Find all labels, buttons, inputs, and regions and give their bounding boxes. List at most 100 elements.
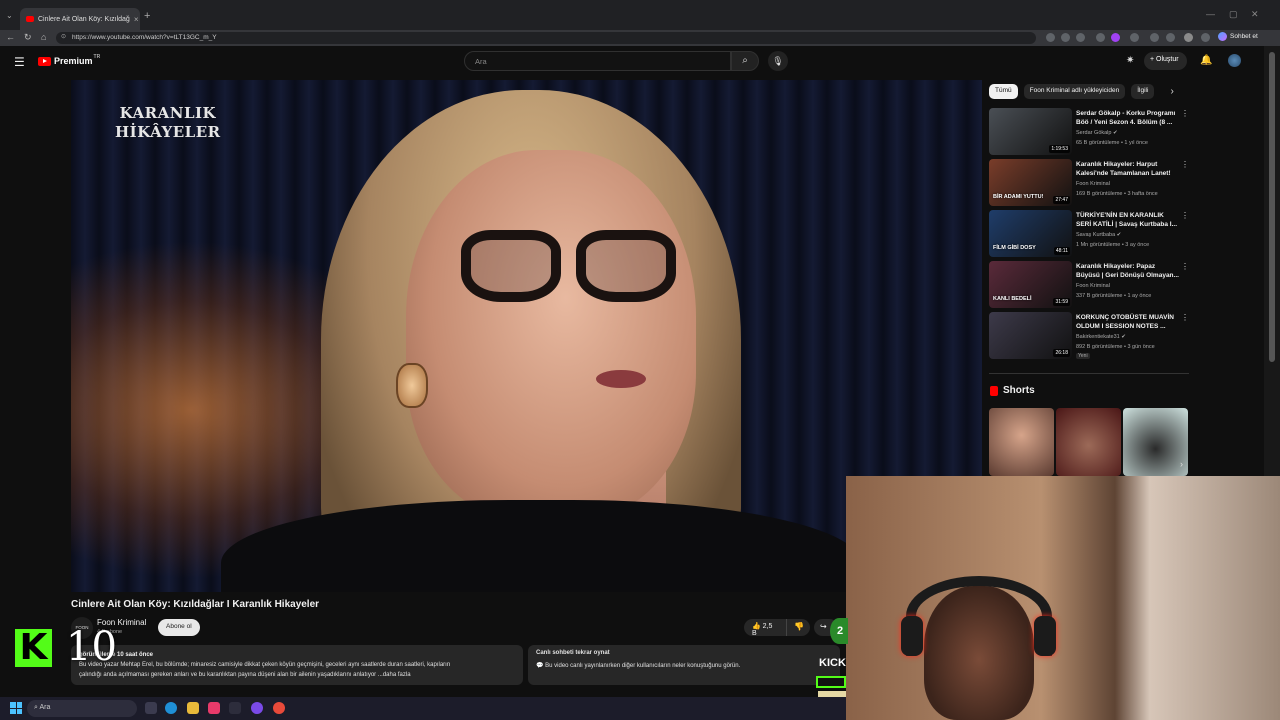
search-input[interactable]: Ara [464, 51, 731, 71]
short-thumbnail[interactable] [989, 408, 1054, 476]
dislike-button[interactable]: 👎 [786, 619, 810, 636]
menu-dots-icon[interactable] [1201, 33, 1210, 42]
kick-progress-bar [816, 676, 846, 688]
chevron-right-icon[interactable]: › [1180, 459, 1183, 469]
browser-tab[interactable]: Cinlere Ait Olan Köy: Kızıldağ × [20, 8, 140, 30]
share-icon: ↪ [820, 622, 827, 631]
presenter-lips [596, 370, 646, 388]
video-duration: 48:11 [1053, 247, 1070, 255]
recommendation-item[interactable]: FİLM GİBİ DOSY 48:11 TÜRKİYE'NİN EN KARANL… [989, 210, 1189, 258]
cast-settings-icon[interactable]: ✷ [1126, 55, 1134, 66]
chip-related[interactable]: İlgili [1131, 84, 1155, 99]
recommendation-title[interactable]: TÜRKİYE'NİN EN KARANLIK SERİ KATİLİ | Sa… [1076, 211, 1180, 229]
favorites-icon[interactable] [1166, 33, 1175, 42]
shorts-heading: Shorts [990, 385, 1035, 396]
windows-start-icon[interactable] [10, 702, 22, 714]
video-thumbnail[interactable]: FİLM GİBİ DOSY 48:11 [989, 210, 1072, 257]
tab-close-icon[interactable]: × [134, 15, 139, 24]
more-options-icon[interactable]: ⋮ [1181, 262, 1189, 271]
thumbnail-caption: KANLI BEDELİ [993, 296, 1032, 302]
subscribe-button[interactable]: Abone ol [158, 619, 200, 636]
live-chat-replay[interactable]: Canlı sohbeti tekrar oynat 💬 Bu video ca… [528, 645, 840, 685]
account-avatar[interactable] [1228, 54, 1241, 67]
task-view-icon[interactable] [145, 702, 157, 714]
search-button[interactable]: ⌕ [731, 51, 759, 71]
more-options-icon[interactable]: ⋮ [1181, 160, 1189, 169]
maximize-icon[interactable]: ▢ [1229, 9, 1238, 20]
bookmark-star-icon[interactable] [1076, 33, 1085, 42]
video-thumbnail[interactable]: KANLI BEDELİ 31:59 [989, 261, 1072, 308]
thumbs-up-icon: 👍 [752, 623, 761, 630]
video-duration: 27:47 [1053, 196, 1070, 204]
back-icon[interactable]: ← [6, 32, 15, 42]
video-title: Cinlere Ait Olan Köy: Kızıldağlar I Kara… [71, 599, 320, 610]
chrome-icon[interactable] [273, 702, 285, 714]
copilot-chat-button[interactable]: Sohbet et [1218, 32, 1258, 41]
create-button[interactable]: + Oluştur [1144, 52, 1187, 70]
more-options-icon[interactable]: ⋮ [1181, 211, 1189, 220]
video-thumbnail[interactable]: 1:19:53 [989, 108, 1072, 155]
taskbar-search[interactable]: ⌕ Ara [27, 700, 137, 717]
chevron-right-icon[interactable]: › [1170, 86, 1173, 97]
more-options-icon[interactable]: ⋮ [1181, 109, 1189, 118]
app-icon[interactable] [229, 702, 241, 714]
recommendation-meta: 892 B görüntüleme • 3 gün önce [1076, 344, 1155, 350]
extension-icon[interactable] [1111, 33, 1120, 42]
profile-icon[interactable] [1184, 33, 1193, 42]
extension-icon[interactable] [1150, 33, 1159, 42]
minimize-icon[interactable]: — [1206, 9, 1215, 19]
recommendation-channel[interactable]: Foon Kriminal [1076, 283, 1110, 289]
extension-icon[interactable] [1046, 33, 1055, 42]
youtube-favicon-icon [26, 16, 34, 22]
tab-menu-icon[interactable]: ⌄ [6, 11, 13, 20]
chat-replay-text: Bu video canlı yayınlanırken diğer kulla… [545, 663, 741, 669]
description-box[interactable]: görüntüleme 10 saat önce Bu video yazar … [71, 645, 523, 685]
edge-browser-icon[interactable] [165, 702, 177, 714]
recommendation-title[interactable]: Karanlık Hikayeler: Papaz Büyüsü | Geri … [1076, 262, 1180, 280]
notifications-bell-icon[interactable]: 🔔 [1200, 55, 1212, 66]
recommendation-item[interactable]: 26:18 KORKUNÇ OTOBÜSTE MUAVİN OLDUM I SES… [989, 312, 1189, 360]
recommendation-meta: 337 B görüntüleme • 1 ay önce [1076, 293, 1152, 299]
recommendation-item[interactable]: BİR ADAMI YUTTU! 27:47 Karanlık Hikayeler:… [989, 159, 1189, 207]
video-thumbnail[interactable]: 26:18 [989, 312, 1072, 359]
recommendation-channel[interactable]: Serdar Gökalp ✔ [1076, 130, 1118, 136]
new-tab-button[interactable]: + [144, 10, 150, 22]
hamburger-menu-icon[interactable]: ☰ [14, 55, 25, 69]
site-info-icon[interactable]: ⊙ [61, 33, 66, 40]
extension-icon[interactable] [1061, 33, 1070, 42]
like-button[interactable]: 👍 2,5 B [744, 619, 786, 637]
recommendation-channel[interactable]: Foon Kriminal [1076, 181, 1110, 187]
chip-from-uploader[interactable]: Foon Kriminal adlı yükleyiciden [1023, 84, 1126, 99]
video-thumbnail[interactable]: BİR ADAMI YUTTU! 27:47 [989, 159, 1072, 206]
file-explorer-icon[interactable] [187, 702, 199, 714]
recommendation-channel[interactable]: Bakirkentiekate31 ✔ [1076, 334, 1126, 340]
recommendation-item[interactable]: KANLI BEDELİ 31:59 Karanlık Hikayeler: Pap… [989, 261, 1189, 309]
kick-side-label: KICK [819, 657, 846, 669]
discord-icon[interactable] [251, 702, 263, 714]
recommendation-channel[interactable]: Savaş Kurtbaba ✔ [1076, 232, 1121, 238]
more-options-icon[interactable]: ⋮ [1181, 313, 1189, 322]
recommendation-title[interactable]: KORKUNÇ OTOBÜSTE MUAVİN OLDUM I SESSION … [1076, 313, 1180, 331]
recommendation-title[interactable]: Karanlık Hikayeler: Harput Kalesi'nde Ta… [1076, 160, 1180, 178]
chat-bubble-icon: 💬 [536, 663, 546, 669]
voice-search-button[interactable]: 🎙 [768, 51, 788, 71]
home-icon[interactable]: ⌂ [41, 32, 46, 42]
youtube-premium-logo[interactable]: Premium TR [38, 54, 100, 66]
app-icon[interactable] [208, 702, 220, 714]
recommendation-item[interactable]: 1:19:53 Serdar Gökalp - Korku Programı Bö… [989, 108, 1189, 156]
taskbar-search-text: Ara [39, 704, 51, 711]
reload-icon[interactable]: ↻ [24, 32, 32, 43]
address-bar-row: ← ↻ ⌂ ⊙ https://www.youtube.com/watch?v=… [0, 30, 1280, 46]
close-window-icon[interactable]: ✕ [1251, 9, 1259, 20]
kick-counter: 10 [66, 624, 117, 670]
chip-all[interactable]: Tümü [989, 84, 1018, 99]
channel-watermark: KARANLIK HİKÂYELER [115, 104, 221, 142]
extension-icon[interactable] [1130, 33, 1139, 42]
short-thumbnail[interactable] [1056, 408, 1121, 476]
short-thumbnail[interactable] [1123, 408, 1188, 476]
scrollbar-thumb[interactable] [1269, 52, 1275, 362]
extension-icon[interactable] [1096, 33, 1105, 42]
url-field[interactable]: ⊙ https://www.youtube.com/watch?v=tLT13G… [56, 32, 1036, 44]
recommendation-title[interactable]: Serdar Gökalp - Korku Programı Böö / Yen… [1076, 109, 1180, 127]
headphone-pad [901, 616, 923, 656]
